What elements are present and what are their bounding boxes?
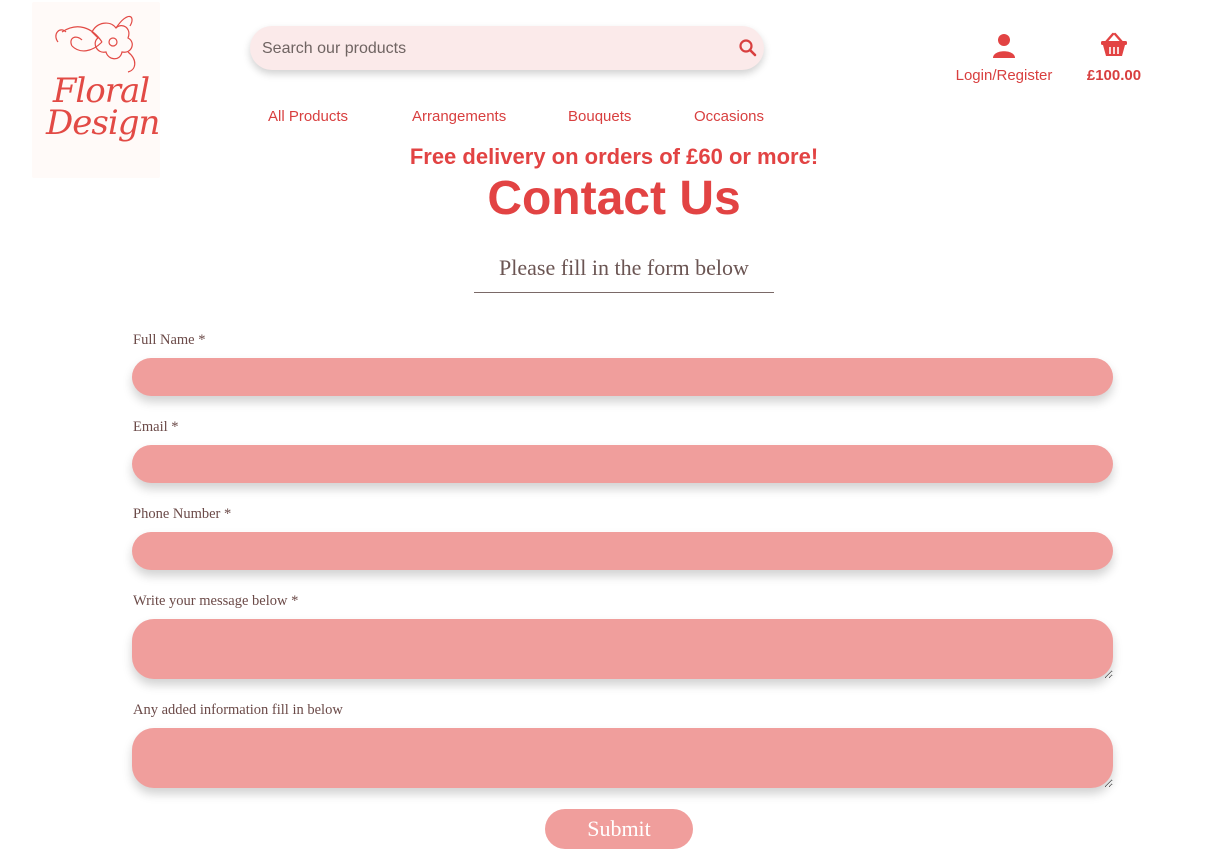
nav-arrangements[interactable]: Arrangements — [412, 108, 506, 125]
message-label: Write your message below * — [133, 593, 299, 609]
page-title: Contact Us — [487, 172, 741, 225]
phone-label: Phone Number * — [133, 506, 232, 522]
cart-link[interactable]: £100.00 — [1082, 32, 1146, 84]
full-name-label: Full Name * — [133, 332, 206, 348]
phone-field[interactable] — [132, 532, 1113, 570]
basket-icon — [1101, 32, 1127, 56]
promo-banner: Free delivery on orders of £60 or more! — [409, 144, 819, 169]
search-bar — [250, 26, 764, 72]
nav-occasions[interactable]: Occasions — [694, 108, 764, 125]
extra-info-label: Any added information fill in below — [133, 702, 343, 718]
login-register-label: Login/Register — [955, 67, 1053, 84]
submit-button[interactable]: Submit — [545, 809, 693, 849]
extra-info-textarea[interactable] — [132, 728, 1113, 788]
login-register-link[interactable]: Login/Register — [950, 32, 1058, 84]
page-subtitle: Please fill in the form below — [474, 252, 774, 293]
full-name-field[interactable] — [132, 358, 1113, 396]
logo-text-line2: Design — [46, 103, 160, 143]
email-label: Email * — [133, 419, 179, 435]
user-icon — [993, 34, 1015, 58]
search-input[interactable] — [260, 26, 724, 72]
message-textarea[interactable] — [132, 619, 1113, 679]
nav-all-products[interactable]: All Products — [268, 108, 348, 125]
email-field[interactable] — [132, 445, 1113, 483]
cart-total: £100.00 — [1086, 67, 1142, 84]
nav-bouquets[interactable]: Bouquets — [568, 108, 631, 125]
search-icon[interactable] — [738, 38, 758, 58]
